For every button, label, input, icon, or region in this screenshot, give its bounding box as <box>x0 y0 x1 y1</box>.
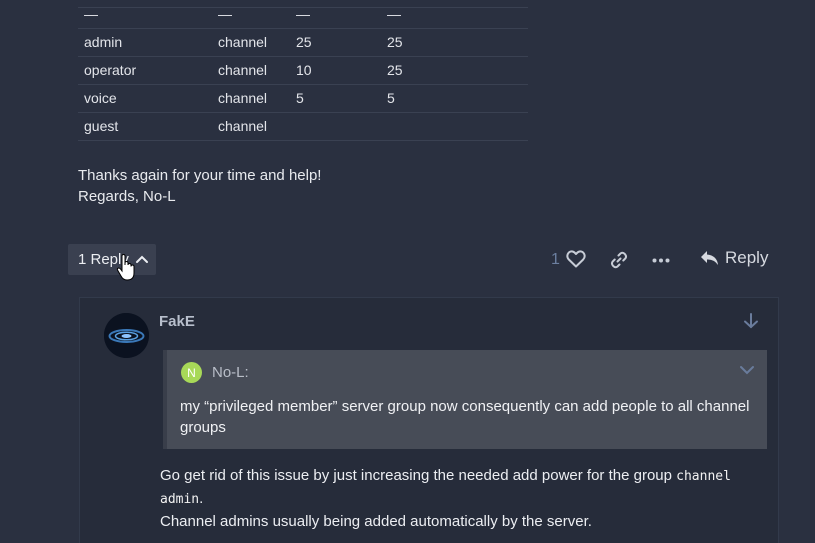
arrow-down-icon <box>744 313 758 329</box>
reply-arrow-icon <box>701 251 718 265</box>
link-icon <box>610 251 628 269</box>
like-button[interactable] <box>566 250 586 268</box>
more-icon <box>652 258 670 263</box>
table-cell: guest <box>78 112 212 141</box>
galaxy-avatar-icon <box>104 313 149 358</box>
more-actions-button[interactable] <box>652 258 670 263</box>
permissions-table: — — — — admin channel 25 25 operator channel 10 25 v… <box>78 0 528 141</box>
table-cell: — <box>381 0 528 29</box>
table-cell: 25 <box>381 56 528 85</box>
table-cell: voice <box>78 84 212 113</box>
quote-header: N No-L: <box>181 362 249 383</box>
table-cell: operator <box>78 56 212 85</box>
table-cell: — <box>290 0 381 29</box>
table-cell: 5 <box>381 84 528 113</box>
table-row: operator channel 10 25 <box>78 56 528 85</box>
table-cell <box>381 112 528 141</box>
heart-icon <box>566 250 586 268</box>
quote-avatar: N <box>181 362 202 383</box>
chevron-down-icon <box>740 366 754 375</box>
table-cell: — <box>78 0 212 29</box>
table-cell: channel <box>212 56 290 85</box>
quote-text: my “privileged member” server group now … <box>180 398 750 436</box>
reply-line-2: Channel admins usually being added autom… <box>160 513 592 530</box>
table-cell: 25 <box>381 28 528 57</box>
jump-to-reply-button[interactable] <box>742 312 760 335</box>
like-count: 1 <box>551 251 560 268</box>
reply-text: Go get rid of this issue by just increas… <box>160 467 677 484</box>
table-cell: channel <box>212 112 290 141</box>
avatar[interactable] <box>104 313 149 358</box>
post-closing: Thanks again for your time and help! Reg… <box>78 165 321 207</box>
quote-block: N No-L: my “privileged member” server gr… <box>163 350 767 449</box>
table-cell: — <box>212 0 290 29</box>
reply-body: Go get rid of this issue by just increas… <box>160 465 760 533</box>
table-cell <box>290 112 381 141</box>
replies-toggle-button[interactable]: 1 Reply <box>68 244 156 275</box>
quote-author: No-L: <box>212 364 249 381</box>
reply-button[interactable]: Reply <box>700 248 768 268</box>
thanks-line: Thanks again for your time and help! <box>78 167 322 184</box>
table-row: voice channel 5 5 <box>78 84 528 113</box>
table-cell: 25 <box>290 28 381 57</box>
copy-link-button[interactable] <box>610 251 628 269</box>
table-row: guest channel <box>78 112 528 141</box>
expand-quote-button[interactable] <box>739 362 755 380</box>
reply-author[interactable]: FakE <box>159 313 195 330</box>
hand-cursor-icon <box>116 254 135 281</box>
chevron-up-icon <box>135 255 148 263</box>
table-cell: channel <box>212 28 290 57</box>
table-cell: 10 <box>290 56 381 85</box>
table-cell: channel <box>212 84 290 113</box>
table-cell: admin <box>78 28 212 57</box>
reply-label: Reply <box>725 248 769 267</box>
table-row: — — — — <box>78 0 528 29</box>
table-cell: 5 <box>290 84 381 113</box>
table-row: admin channel 25 25 <box>78 28 528 57</box>
regards-line: Regards, No-L <box>78 188 176 205</box>
reply-text-end: . <box>199 490 204 507</box>
